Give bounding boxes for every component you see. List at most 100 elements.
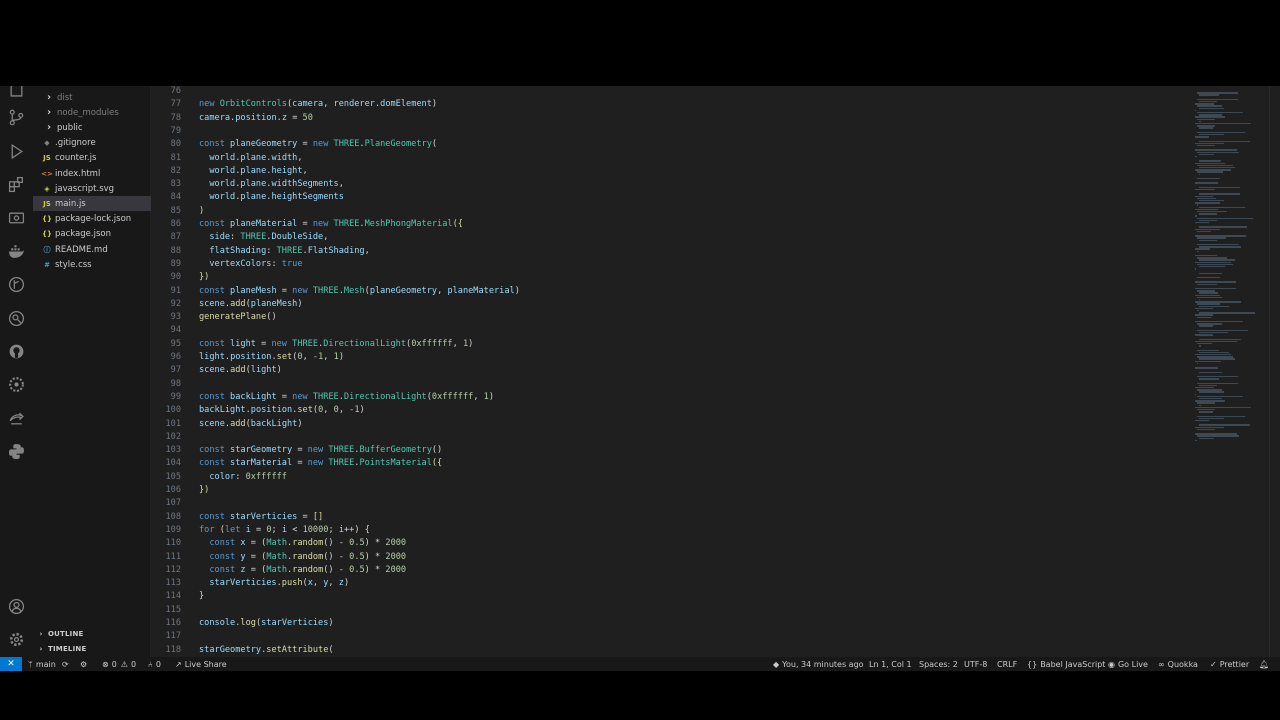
code-line[interactable]: 94 bbox=[151, 324, 1191, 337]
code-line[interactable]: 101 scene.add(backLight) bbox=[151, 418, 1191, 431]
minimap[interactable] bbox=[1191, 86, 1269, 657]
code-line[interactable]: 96 light.position.set(0, -1, 1) bbox=[151, 351, 1191, 364]
code-line[interactable]: 98 bbox=[151, 378, 1191, 391]
account-icon[interactable] bbox=[6, 596, 27, 617]
minimap-line bbox=[1197, 323, 1223, 325]
folder-item[interactable]: › dist bbox=[33, 90, 160, 105]
branch-indicator[interactable]: ᛘ main bbox=[28, 657, 56, 671]
code-line[interactable]: 77 new OrbitControls(camera, renderer.dom… bbox=[151, 98, 1191, 111]
cursor-position[interactable]: Ln 1, Col 1 bbox=[869, 657, 912, 671]
problems-indicator[interactable]: ⊗ 0 ⚠ 0 bbox=[102, 657, 136, 671]
code-line[interactable]: 99 const backLight = new THREE.Directiona… bbox=[151, 391, 1191, 404]
file-item[interactable]: # style.css bbox=[33, 257, 158, 272]
code-line[interactable]: 87 side: THREE.DoubleSide, bbox=[151, 231, 1191, 244]
code-line[interactable]: 108 const starVerticies = [] bbox=[151, 511, 1191, 524]
code-line[interactable]: 112 const z = (Math.random() - 0.5) * 20… bbox=[151, 564, 1191, 577]
code-line[interactable]: 113 starVerticies.push(x, y, z) bbox=[151, 577, 1191, 590]
file-item[interactable]: {} package-lock.json bbox=[33, 212, 158, 227]
code-line[interactable]: 86 const planeMaterial = new THREE.MeshPh… bbox=[151, 218, 1191, 231]
code-line[interactable]: 91 const planeMesh = new THREE.Mesh(plane… bbox=[151, 285, 1191, 298]
code-line[interactable]: 84 world.plane.heightSegments bbox=[151, 191, 1191, 204]
file-item[interactable]: JS counter.js bbox=[33, 151, 158, 166]
code-line[interactable]: 95 const light = new THREE.DirectionalLig… bbox=[151, 338, 1191, 351]
error-count: 0 bbox=[111, 659, 117, 669]
git-graph-status-button[interactable]: ⚙ bbox=[80, 657, 87, 671]
code-token: BufferGeometry bbox=[359, 445, 432, 456]
live-share-status[interactable]: ↗ Live Share bbox=[175, 657, 227, 671]
github-icon[interactable] bbox=[6, 341, 27, 362]
file-item[interactable]: ◈ javascript.svg bbox=[33, 181, 158, 196]
minimap-line bbox=[1199, 384, 1217, 387]
code-line[interactable]: 107 bbox=[151, 497, 1191, 510]
file-item[interactable]: ⓘ README.md bbox=[33, 242, 158, 257]
code-line[interactable]: 97 scene.add(light) bbox=[151, 364, 1191, 377]
code-line[interactable]: 100 backLight.position.set(0, 0, -1) bbox=[151, 404, 1191, 417]
go-live-button[interactable]: ◉ Go Live bbox=[1108, 657, 1148, 671]
code-line[interactable]: 116 console.log(starVerticies) bbox=[151, 617, 1191, 630]
code-line[interactable]: 115 bbox=[151, 604, 1191, 617]
settings-sync-icon[interactable] bbox=[6, 374, 27, 395]
code-text: for (let i = 0; i < 10000; i++) { bbox=[199, 524, 370, 537]
code-line[interactable]: 117 bbox=[151, 630, 1191, 643]
code-line[interactable]: 88 flatShading: THREE.FlatShading, bbox=[151, 245, 1191, 258]
run-debug-icon[interactable] bbox=[6, 141, 27, 162]
folder-item[interactable]: › node_modules bbox=[33, 105, 160, 120]
code-line[interactable]: 89 vertexColors: true bbox=[151, 258, 1191, 271]
code-line[interactable]: 104 const starMaterial = new THREE.Points… bbox=[151, 457, 1191, 470]
search-replace-icon[interactable] bbox=[6, 308, 27, 329]
code-line[interactable]: 85) bbox=[151, 205, 1191, 218]
code-line[interactable]: 81 world.plane.width, bbox=[151, 152, 1191, 165]
code-line[interactable]: 109 for (let i = 0; i < 10000; i++) { bbox=[151, 524, 1191, 537]
code-line[interactable]: 80 const planeGeometry = new THREE.PlaneG… bbox=[151, 138, 1191, 151]
code-line[interactable]: 106}) bbox=[151, 484, 1191, 497]
ports-indicator[interactable]: ⑃ 0 bbox=[148, 657, 161, 671]
remote-indicator-icon[interactable]: ✕ bbox=[0, 657, 22, 671]
folder-item[interactable]: › public bbox=[33, 120, 160, 135]
encoding-selector[interactable]: UTF-8 bbox=[964, 657, 987, 671]
remote-explorer-icon[interactable] bbox=[6, 208, 27, 229]
file-item[interactable]: ◆ .gitignore bbox=[33, 136, 158, 151]
code-line[interactable]: 79 bbox=[151, 125, 1191, 138]
code-line[interactable]: 110 const x = (Math.random() - 0.5) * 20… bbox=[151, 537, 1191, 550]
code-line[interactable]: 102 bbox=[151, 431, 1191, 444]
code-text: }) bbox=[199, 271, 209, 284]
code-line[interactable]: 78 camera.position.z = 50 bbox=[151, 112, 1191, 125]
extensions-icon[interactable] bbox=[6, 174, 27, 195]
file-item[interactable]: JS main.js bbox=[33, 196, 158, 212]
language-mode-selector[interactable]: {} Babel JavaScript bbox=[1027, 657, 1105, 671]
code-line[interactable]: 118 starGeometry.setAttribute( bbox=[151, 644, 1191, 657]
code-editor[interactable]: 76 77 new OrbitControls(camera, renderer.d… bbox=[151, 86, 1191, 657]
code-line[interactable]: 103 const starGeometry = new THREE.Buffer… bbox=[151, 444, 1191, 457]
line-number: 82 bbox=[170, 165, 181, 176]
code-line[interactable]: 105 color: 0xffffff bbox=[151, 471, 1191, 484]
code-line[interactable]: 83 world.plane.widthSegments, bbox=[151, 178, 1191, 191]
git-graph-icon[interactable] bbox=[6, 274, 27, 295]
manage-gear-icon[interactable] bbox=[6, 629, 27, 650]
code-line[interactable]: 114} bbox=[151, 590, 1191, 603]
notifications-button[interactable]: 🔔︎ bbox=[1259, 657, 1269, 671]
source-control-icon[interactable] bbox=[6, 107, 27, 128]
files-icon[interactable] bbox=[6, 86, 27, 99]
minimap-line bbox=[1197, 151, 1240, 153]
indentation-selector[interactable]: Spaces: 2 bbox=[919, 657, 958, 671]
file-item[interactable]: {} package.json bbox=[33, 227, 158, 242]
code-line[interactable]: 93 generatePlane() bbox=[151, 311, 1191, 324]
code-line[interactable]: 90}) bbox=[151, 271, 1191, 284]
prettier-button[interactable]: ✓ Prettier bbox=[1210, 657, 1249, 671]
timeline-section-header[interactable]: › TIMELINE bbox=[33, 642, 150, 656]
docker-icon[interactable] bbox=[6, 241, 27, 262]
vertical-scrollbar[interactable] bbox=[1269, 86, 1280, 657]
python-icon[interactable] bbox=[6, 441, 27, 462]
outline-section-header[interactable]: › OUTLINE bbox=[33, 627, 150, 641]
sync-button[interactable]: ⟳ bbox=[62, 657, 69, 671]
code-line[interactable]: 82 world.plane.height, bbox=[151, 165, 1191, 178]
git-blame-indicator[interactable]: ◆ You, 34 minutes ago bbox=[773, 657, 864, 671]
file-item[interactable]: <> index.html bbox=[33, 166, 158, 181]
eol-selector[interactable]: CRLF bbox=[997, 657, 1017, 671]
code-line[interactable]: 76 bbox=[151, 86, 1191, 98]
code-line[interactable]: 111 const y = (Math.random() - 0.5) * 20… bbox=[151, 551, 1191, 564]
quokka-button[interactable]: ∞ Quokka bbox=[1158, 657, 1198, 671]
code-line[interactable]: 92 scene.add(planeMesh) bbox=[151, 298, 1191, 311]
bell-icon: 🔔︎ bbox=[1259, 659, 1270, 669]
live-share-icon[interactable] bbox=[6, 408, 27, 429]
